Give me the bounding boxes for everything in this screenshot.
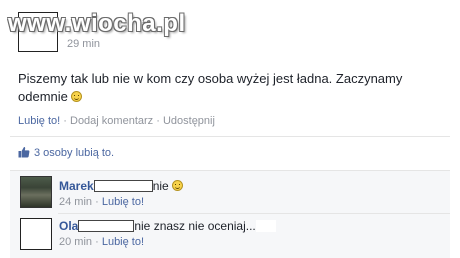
commenter-avatar[interactable]	[20, 176, 52, 208]
post-timestamp[interactable]: 29 min	[67, 38, 100, 50]
redacted-text-box	[255, 220, 276, 232]
comment-meta: 20 min · Lubię to!	[59, 236, 144, 248]
comment-like-link[interactable]: Lubię to!	[102, 196, 144, 208]
likes-summary[interactable]: 3 osoby lubią to.	[18, 146, 114, 159]
share-link[interactable]: Udostępnij	[163, 115, 215, 127]
comment-timestamp[interactable]: 24 min	[59, 196, 92, 208]
comment-meta: 24 min · Lubię to!	[59, 196, 144, 208]
post-actions: Lubię to! · Dodaj komentarz · Udostępnij	[18, 115, 215, 127]
likes-count-text[interactable]: 3 osoby lubią to.	[34, 147, 114, 159]
smiley-icon	[171, 180, 183, 191]
comment-line: Marek nie	[59, 179, 183, 193]
smiley-icon	[70, 91, 82, 102]
like-link[interactable]: Lubię to!	[18, 115, 60, 127]
comment-text: nie	[152, 179, 169, 193]
separator: ·	[156, 115, 160, 127]
comment-like-link[interactable]: Lubię to!	[102, 236, 144, 248]
comment-line: Ola nie znasz nie oceniaj...	[59, 219, 276, 233]
separator: ·	[95, 236, 99, 248]
redacted-name-box	[78, 220, 135, 232]
divider	[58, 213, 450, 214]
separator: ·	[63, 115, 67, 127]
commenter-name[interactable]: Marek	[59, 179, 94, 193]
comment-text: nie znasz nie oceniaj...	[134, 219, 256, 233]
watermark-text: www.wiocha.pl	[8, 10, 186, 37]
commenter-avatar[interactable]	[20, 218, 52, 250]
thumbs-up-icon	[18, 146, 30, 158]
divider	[10, 136, 450, 137]
separator: ·	[95, 196, 99, 208]
comment-timestamp[interactable]: 20 min	[59, 236, 92, 248]
commenter-name[interactable]: Ola	[59, 219, 78, 233]
add-comment-link[interactable]: Dodaj komentarz	[70, 115, 153, 127]
post-body: Piszemy tak lub nie w kom czy osoba wyże…	[18, 70, 443, 106]
redacted-name-box	[93, 180, 153, 192]
